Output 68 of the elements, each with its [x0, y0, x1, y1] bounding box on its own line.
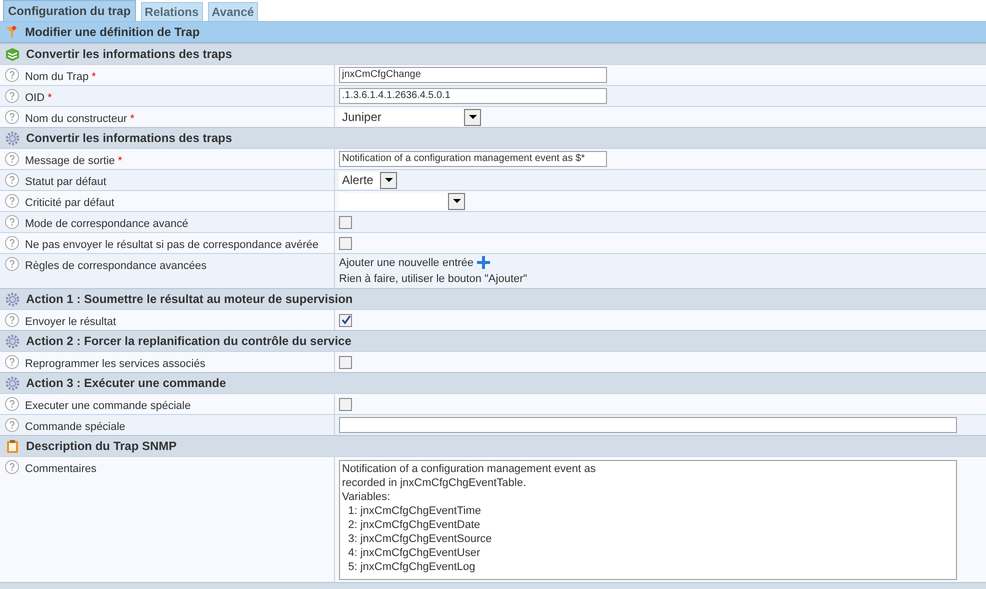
field-label: Commentaires	[25, 462, 97, 477]
text-field[interactable]: .1.3.6.1.4.1.2636.4.5.0.1	[339, 88, 607, 104]
hint-text: Rien à faire, utiliser le bouton "Ajouter"	[339, 272, 528, 287]
checkbox[interactable]	[339, 216, 352, 228]
checkbox[interactable]	[339, 356, 352, 368]
required-mark: *	[48, 91, 52, 106]
help-icon[interactable]	[5, 173, 19, 187]
gear-icon	[5, 376, 20, 390]
field-label: Reprogrammer les services associés	[25, 357, 206, 372]
gear-icon	[5, 130, 20, 146]
text-field[interactable]	[339, 417, 957, 433]
dropdown[interactable]: Juniper	[339, 108, 481, 126]
field-label: Ne pas envoyer le résultat si pas de correspondance avérée	[25, 238, 319, 253]
section-title: Convertir les informations des traps	[26, 46, 232, 63]
field-label: Nom du constructeur	[25, 112, 128, 127]
field-label: Executer une commande spéciale	[25, 399, 191, 414]
caret-icon	[468, 115, 476, 119]
clipboard-icon	[5, 438, 20, 454]
help-icon[interactable]	[5, 89, 19, 103]
add-entry-link[interactable]: Ajouter une nouvelle entrée	[339, 254, 474, 271]
field-label: Commande spéciale	[25, 420, 126, 435]
tab[interactable]: Configuration du trap	[3, 0, 136, 21]
help-icon[interactable]	[5, 68, 19, 82]
field-label: Message de sortie	[25, 154, 115, 169]
checkbox[interactable]	[339, 314, 352, 326]
field-label: OID	[25, 91, 45, 106]
help-icon[interactable]	[5, 418, 19, 432]
comment-field[interactable]: Notification of a configuration management event as recorded in jnxCmCfgChgEventTable. Variables: 1: jnxCmCfgChgEventTime 2: jnxCmCfgChgEventDate 3: jnxCmCfgChgEventSource 4: jnxCmCfgChgEventUser 5: jnxCmCfgChgEventLog	[339, 460, 957, 580]
required-mark: *	[118, 154, 122, 169]
tab[interactable]: Relations	[140, 2, 203, 21]
section-title: Convertir les informations des traps	[26, 130, 232, 147]
checkbox[interactable]	[339, 398, 352, 410]
field-label: Mode de correspondance avancé	[25, 217, 188, 232]
caret-icon	[384, 178, 392, 182]
section-title: Action 1 : Soumettre le résultat au moteur de supervision	[26, 291, 353, 308]
section-title: Action 3 : Exécuter une commande	[26, 375, 226, 392]
help-icon[interactable]	[5, 313, 19, 327]
field-label: Nom du Trap	[25, 70, 89, 85]
required-mark: *	[130, 112, 134, 127]
help-icon[interactable]	[5, 215, 19, 229]
page-title: Modifier une définition de Trap	[25, 24, 200, 41]
checkbox[interactable]	[339, 236, 352, 250]
tab[interactable]: Avancé	[208, 2, 258, 21]
help-icon[interactable]	[5, 194, 19, 208]
help-icon[interactable]	[5, 257, 19, 271]
help-icon[interactable]	[5, 460, 19, 474]
text-field[interactable]: jnxCmCfgChange	[339, 67, 607, 83]
gear-icon	[5, 292, 20, 306]
help-icon[interactable]	[5, 397, 19, 411]
dropdown[interactable]: Alerte	[339, 172, 397, 188]
help-icon[interactable]	[5, 152, 19, 166]
stack-icon	[5, 46, 20, 62]
dropdown[interactable]	[339, 192, 465, 210]
help-icon[interactable]	[5, 110, 19, 124]
section-title: Description du Trap SNMP	[26, 438, 177, 455]
text-field[interactable]: Notification of a configuration management event as $*	[339, 151, 607, 167]
section-title: Action 2 : Forcer la replanification du contrôle du service	[26, 333, 352, 350]
help-icon[interactable]	[5, 355, 19, 369]
funnel-icon	[5, 25, 19, 39]
field-label: Statut par défaut	[25, 175, 106, 190]
add-icon[interactable]	[476, 256, 490, 270]
caret-icon	[452, 199, 460, 203]
field-label: Règles de correspondance avancées	[25, 259, 207, 274]
help-icon[interactable]	[5, 236, 19, 250]
field-label: Envoyer le résultat	[25, 315, 116, 330]
field-label: Criticité par défaut	[25, 196, 114, 211]
required-mark: *	[92, 70, 96, 85]
gear-icon	[5, 334, 20, 348]
